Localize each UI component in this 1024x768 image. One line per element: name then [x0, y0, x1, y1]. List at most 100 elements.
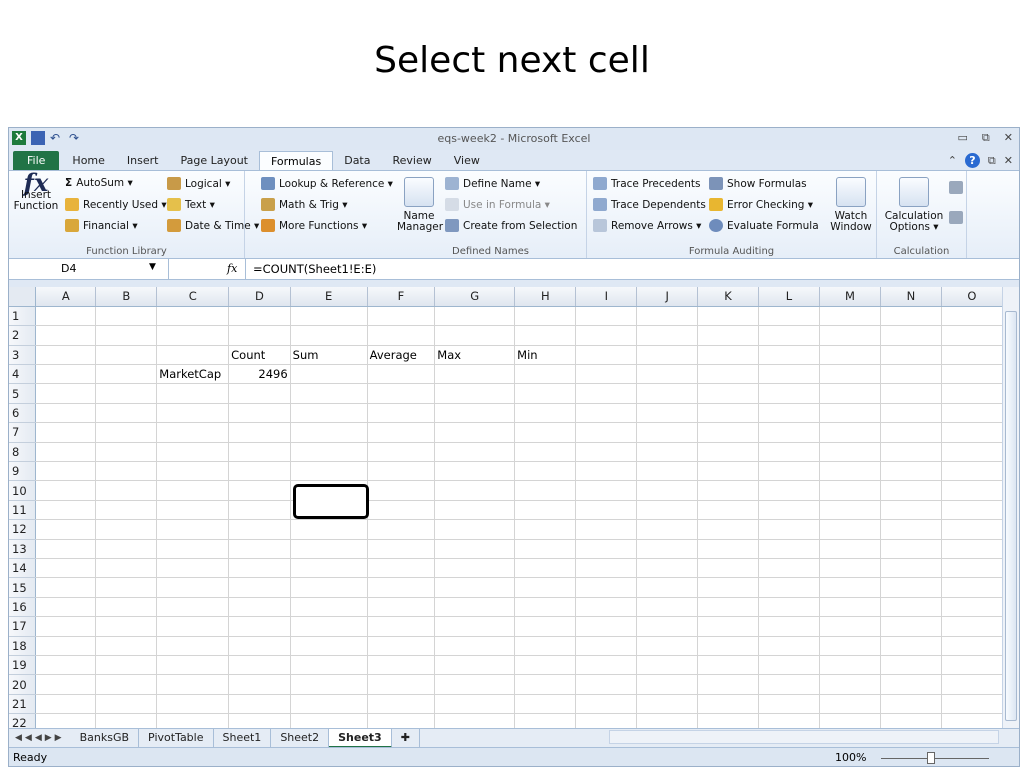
cell-n14[interactable] — [880, 558, 942, 579]
horizontal-scrollbar[interactable] — [609, 730, 999, 744]
cell-j17[interactable] — [636, 616, 699, 637]
cell-c12[interactable] — [156, 519, 230, 540]
cell-a9[interactable] — [35, 461, 97, 482]
cell-n8[interactable] — [880, 442, 942, 463]
column-header[interactable]: O — [941, 287, 1003, 307]
zoom-slider[interactable] — [881, 758, 989, 759]
cell-d7[interactable] — [228, 422, 291, 443]
column-header[interactable]: I — [575, 287, 638, 307]
cell-m12[interactable] — [819, 519, 881, 540]
cell-k18[interactable] — [697, 636, 760, 656]
cell-b13[interactable] — [95, 539, 158, 559]
cell-b15[interactable] — [95, 577, 158, 598]
cell-a2[interactable] — [35, 325, 97, 346]
cell-e16[interactable] — [290, 597, 368, 618]
row-header[interactable]: 4 — [9, 364, 37, 385]
cell-a3[interactable] — [35, 345, 97, 366]
cell-n3[interactable] — [880, 345, 942, 366]
cell-d14[interactable] — [228, 558, 291, 579]
cell-i7[interactable] — [575, 422, 638, 443]
tab-data[interactable]: Data — [333, 151, 381, 170]
row-header[interactable]: 22 — [9, 713, 37, 728]
cell-d6[interactable] — [228, 403, 291, 424]
cell-h12[interactable] — [514, 519, 577, 540]
cell-n12[interactable] — [880, 519, 942, 540]
cell-g12[interactable] — [434, 519, 516, 540]
insert-sheet-icon[interactable]: ✚ — [392, 728, 420, 748]
cell-a17[interactable] — [35, 616, 97, 637]
cell-h4[interactable] — [514, 364, 577, 385]
cell-g15[interactable] — [434, 577, 516, 598]
cell-o17[interactable] — [941, 616, 1003, 637]
cell-m8[interactable] — [819, 442, 881, 463]
cell-m17[interactable] — [819, 616, 881, 637]
row-header[interactable]: 17 — [9, 616, 37, 637]
cell-d18[interactable] — [228, 636, 291, 656]
cell-g11[interactable] — [434, 500, 516, 521]
cell-e14[interactable] — [290, 558, 368, 579]
sheet-tab-banksgb[interactable]: BanksGB — [71, 728, 140, 748]
cell-b1[interactable] — [95, 306, 158, 327]
trace-dependents-button[interactable]: Trace Dependents — [593, 198, 706, 211]
column-header[interactable]: J — [636, 287, 699, 307]
cell-b5[interactable] — [95, 383, 158, 404]
vertical-scrollbar[interactable] — [1002, 287, 1019, 728]
cell-b18[interactable] — [95, 636, 158, 656]
help-icon[interactable]: ? — [964, 153, 980, 168]
cell-f12[interactable] — [367, 519, 436, 540]
cell-n17[interactable] — [880, 616, 942, 637]
row-header[interactable]: 18 — [9, 636, 37, 656]
cell-m14[interactable] — [819, 558, 881, 579]
cell-h11[interactable] — [514, 500, 577, 521]
cell-b6[interactable] — [95, 403, 158, 424]
cell-h18[interactable] — [514, 636, 577, 656]
column-header[interactable]: A — [35, 287, 97, 307]
cell-l15[interactable] — [758, 577, 820, 598]
cell-j9[interactable] — [636, 461, 699, 482]
cell-k2[interactable] — [697, 325, 760, 346]
cell-d20[interactable] — [228, 674, 291, 695]
cell-n22[interactable] — [880, 713, 942, 728]
cell-o2[interactable] — [941, 325, 1003, 346]
cell-k22[interactable] — [697, 713, 760, 728]
row-header[interactable]: 20 — [9, 674, 37, 695]
cell-c13[interactable] — [156, 539, 230, 559]
row-header[interactable]: 13 — [9, 539, 37, 559]
cell-c16[interactable] — [156, 597, 230, 618]
cell-h1[interactable] — [514, 306, 577, 327]
cell-g22[interactable] — [434, 713, 516, 728]
cell-c10[interactable] — [156, 480, 230, 501]
cell-h7[interactable] — [514, 422, 577, 443]
cell-o6[interactable] — [941, 403, 1003, 424]
cell-g3[interactable]: Max — [434, 345, 516, 366]
cell-l21[interactable] — [758, 694, 820, 715]
cell-k17[interactable] — [697, 616, 760, 637]
cell-c14[interactable] — [156, 558, 230, 579]
cell-c1[interactable] — [156, 306, 230, 327]
cell-k6[interactable] — [697, 403, 760, 424]
cell-f2[interactable] — [367, 325, 436, 346]
logical-button[interactable]: Logical ▾ — [167, 177, 230, 190]
tab-insert[interactable]: Insert — [116, 151, 170, 170]
cell-n2[interactable] — [880, 325, 942, 346]
cell-a10[interactable] — [35, 480, 97, 501]
cell-o4[interactable] — [941, 364, 1003, 385]
cell-m4[interactable] — [819, 364, 881, 385]
cell-d15[interactable] — [228, 577, 291, 598]
cell-d19[interactable] — [228, 655, 291, 676]
cell-h15[interactable] — [514, 577, 577, 598]
cell-i10[interactable] — [575, 480, 638, 501]
row-header[interactable]: 14 — [9, 558, 37, 579]
cell-f5[interactable] — [367, 383, 436, 404]
cell-i3[interactable] — [575, 345, 638, 366]
cell-i12[interactable] — [575, 519, 638, 540]
cell-o22[interactable] — [941, 713, 1003, 728]
cell-b9[interactable] — [95, 461, 158, 482]
cell-m13[interactable] — [819, 539, 881, 559]
cell-f21[interactable] — [367, 694, 436, 715]
cell-e8[interactable] — [290, 442, 368, 463]
sheet-tab-sheet3[interactable]: Sheet3 — [329, 728, 392, 748]
row-header[interactable]: 9 — [9, 461, 37, 482]
row-header[interactable]: 2 — [9, 325, 37, 346]
cell-k14[interactable] — [697, 558, 760, 579]
